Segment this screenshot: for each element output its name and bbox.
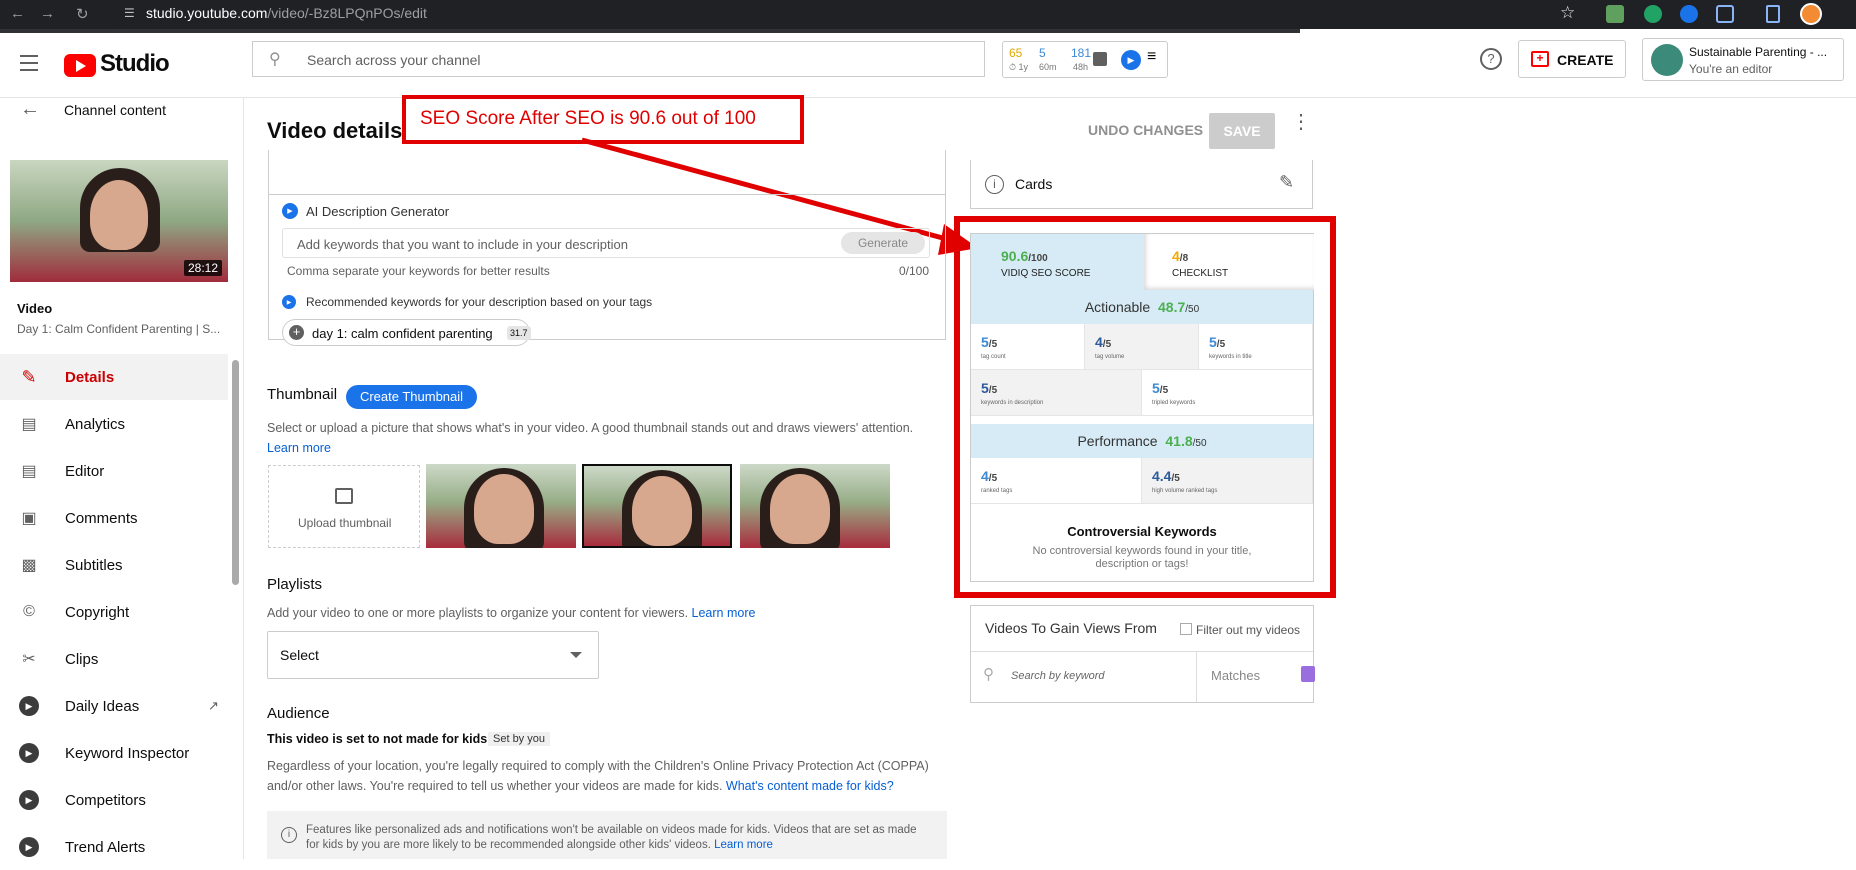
ai-description-title: AI Description Generator <box>306 204 450 219</box>
metric-tag-volume: 4/5 tag volume <box>1085 324 1199 370</box>
thumbnail-option-1[interactable] <box>426 464 576 548</box>
keyword-chip-score: 31.7 <box>507 326 531 340</box>
audience-status: This video is set to not made for kids <box>267 732 488 746</box>
search-icon: ⚲ <box>983 666 994 683</box>
keyword-search-input[interactable]: Search by keyword <box>1011 670 1105 682</box>
performance-header: Performance 41.8/50 <box>971 424 1313 458</box>
metric-ranked-tags: 4/5 ranked tags <box>971 458 1142 504</box>
actionable-header: Actionable 48.7/50 <box>971 290 1313 324</box>
checklist-tab[interactable]: 4/8 CHECKLIST <box>1144 234 1314 290</box>
thumbnail-option-3[interactable] <box>740 464 890 548</box>
dropdown-arrow-icon <box>570 652 582 658</box>
thumbnail-learn-more-link[interactable]: Learn more <box>267 441 331 455</box>
set-by-badge: Set by you <box>488 732 550 746</box>
gain-views-panel: Videos To Gain Views From Filter out my … <box>970 605 1315 703</box>
kids-info-text: Features like personalized ads and notif… <box>306 824 917 851</box>
lock-icon <box>1301 666 1315 682</box>
keywords-counter: 0/100 <box>898 264 929 278</box>
metric-high-volume-ranked-tags: 4.4/5 high volume ranked tags <box>1142 458 1313 504</box>
controversial-keywords-text: No controversial keywords found in your … <box>1032 545 1252 570</box>
info-icon: i <box>281 827 297 843</box>
edit-pencil-icon[interactable]: ✎ <box>1279 172 1294 193</box>
metric-tripled-keywords: 5/5 tripled keywords <box>1142 370 1313 416</box>
controversial-keywords-title: Controversial Keywords <box>1067 524 1217 539</box>
vidiq-icon: ▶ <box>282 295 296 309</box>
add-icon: + <box>289 325 304 340</box>
playlists-learn-more-link[interactable]: Learn more <box>692 606 756 620</box>
playlists-title: Playlists <box>267 576 323 593</box>
vidiq-seo-panel: 90.6/100 VIDIQ SEO SCORE 4/8 CHECKLIST A… <box>970 233 1314 582</box>
kids-info-box: i Features like personalized ads and not… <box>267 811 947 859</box>
keywords-hint: Comma separate your keywords for better … <box>287 264 550 278</box>
seo-score-value: 90.6/100 <box>1001 248 1048 264</box>
cards-panel[interactable]: i Cards ✎ <box>970 160 1313 209</box>
description-section: ▶ AI Description Generator Add keywords … <box>268 150 946 346</box>
thumbnail-description: Select or upload a picture that shows wh… <box>267 421 914 455</box>
recommended-keywords-title: Recommended keywords for your descriptio… <box>306 295 653 309</box>
audience-title: Audience <box>267 705 330 722</box>
made-for-kids-link[interactable]: What's content made for kids? <box>726 779 894 793</box>
filter-label: Filter out my videos <box>1196 623 1301 637</box>
keyword-chip-label: day 1: calm confident parenting <box>312 326 493 341</box>
upload-thumbnail-label: Upload thumbnail <box>298 516 392 530</box>
keywords-input-placeholder: Add keywords that you want to include in… <box>297 237 628 252</box>
matches-dropdown[interactable]: Matches <box>1211 668 1260 683</box>
create-thumbnail-button[interactable]: Create Thumbnail <box>346 385 477 409</box>
gain-views-title: Videos To Gain Views From <box>985 620 1157 636</box>
keyword-chip[interactable]: + day 1: calm confident parenting 31.7 <box>282 319 531 346</box>
thumbnail-title: Thumbnail <box>267 386 338 403</box>
metric-keywords-in-title: 5/5 keywords in title <box>1199 324 1313 370</box>
generate-button[interactable]: Generate <box>841 232 925 254</box>
kids-info-learn-more-link[interactable]: Learn more <box>714 839 773 851</box>
seo-score-tab[interactable]: 90.6/100 VIDIQ SEO SCORE <box>971 234 1144 290</box>
metric-keywords-in-description: 5/5 keywords in description <box>971 370 1142 416</box>
vidiq-icon: ▶ <box>282 203 298 219</box>
checklist-label: CHECKLIST <box>1172 268 1229 279</box>
audience-description: Regardless of your location, you're lega… <box>267 759 929 793</box>
filter-checkbox[interactable] <box>1180 623 1192 635</box>
upload-thumbnail-button[interactable]: Upload thumbnail <box>268 465 420 548</box>
cards-label: Cards <box>1015 176 1053 192</box>
thumbnail-option-2-selected[interactable] <box>582 464 732 548</box>
keywords-input[interactable]: Add keywords that you want to include in… <box>282 228 930 258</box>
image-upload-icon <box>335 488 353 504</box>
checklist-value: 4/8 <box>1172 248 1189 264</box>
metric-tag-count: 5/5 tag count <box>971 324 1085 370</box>
seo-score-label: VIDIQ SEO SCORE <box>1001 268 1091 279</box>
info-icon: i <box>985 175 1004 194</box>
playlists-description: Add your video to one or more playlists … <box>267 606 756 620</box>
playlist-select-label: Select <box>280 647 319 663</box>
playlist-select[interactable]: Select <box>267 631 599 679</box>
